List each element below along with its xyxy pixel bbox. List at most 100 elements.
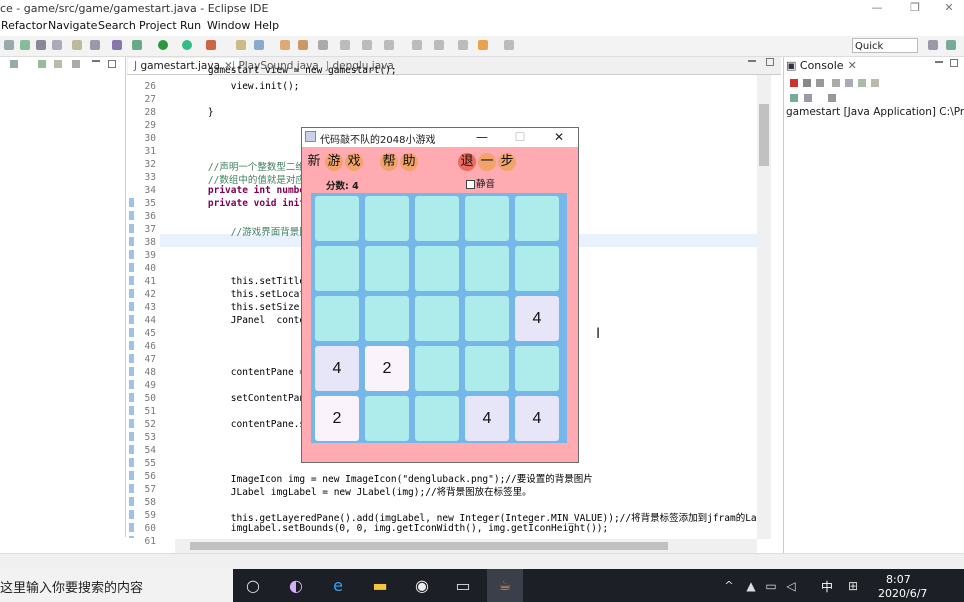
toolbar-skip-icon[interactable]	[132, 40, 142, 50]
mute-checkbox[interactable]: 静音	[466, 176, 495, 190]
mark-occurrences-icon[interactable]	[362, 40, 372, 50]
media-app-icon[interactable]: ◉	[411, 575, 433, 597]
tab-close-icon[interactable]: ✕	[848, 59, 857, 72]
console-minimize-icon[interactable]	[935, 61, 943, 63]
show-console-icon[interactable]	[871, 79, 879, 87]
code-line: private void init()	[185, 198, 317, 209]
quick-access-field[interactable]: Quick Access	[852, 38, 918, 67]
game-maximize-icon: ☐	[514, 130, 526, 144]
tab-console[interactable]: ▣ Console ✕	[786, 59, 857, 72]
minimize-icon[interactable]: —	[862, 1, 892, 17]
line-number: 58	[144, 497, 156, 508]
panel-minimize-icon[interactable]	[92, 60, 100, 62]
show-whitespace-icon[interactable]	[384, 40, 394, 50]
console-maximize-icon[interactable]	[950, 59, 958, 67]
java-perspective-icon[interactable]	[946, 40, 956, 50]
remove-all-icon[interactable]	[816, 79, 824, 87]
game-close-icon[interactable]: ✕	[549, 130, 569, 144]
close-icon[interactable]: ✕	[934, 1, 964, 17]
game-minimize-icon[interactable]: —	[472, 130, 492, 144]
code-line: ImageIcon img = new ImageIcon("denglubac…	[185, 474, 593, 485]
maximize-icon[interactable]: ❐	[900, 1, 930, 17]
ime-mode-icon[interactable]: ⊞	[842, 575, 864, 597]
link-editor-icon[interactable]	[54, 60, 62, 68]
word-wrap-icon[interactable]	[858, 79, 866, 87]
collapse-all-icon[interactable]	[38, 60, 46, 68]
editor-horizontal-scroll-thumb[interactable]	[190, 542, 668, 550]
menu-help[interactable]: Help	[254, 19, 279, 32]
game-tile: 2	[315, 396, 359, 441]
file-explorer-icon[interactable]: ▬	[369, 575, 391, 597]
terminate-icon[interactable]	[790, 79, 798, 87]
edge-icon[interactable]: e	[327, 575, 349, 597]
view-menu-icon[interactable]	[72, 60, 80, 68]
scroll-lock-icon[interactable]	[845, 79, 853, 87]
tray-app-icon[interactable]: ▲	[740, 575, 762, 597]
clear-console-icon[interactable]	[832, 79, 840, 87]
ime-indicator[interactable]: 中	[821, 578, 833, 595]
toolbar-new-icon[interactable]	[4, 40, 14, 50]
line-number: 57	[144, 484, 156, 495]
toolbar-saveall-icon[interactable]	[36, 40, 46, 50]
line-number: 44	[144, 315, 156, 326]
display-console-icon[interactable]	[804, 94, 812, 102]
search-icon[interactable]	[318, 40, 328, 50]
prev-annotation-icon[interactable]	[434, 40, 444, 50]
open-console-icon[interactable]	[828, 94, 836, 102]
menu-window[interactable]: Window	[207, 19, 250, 32]
code-line: //游戏界面背景图	[185, 227, 309, 238]
taskbar-date[interactable]: 2020/6/7	[878, 587, 927, 600]
volume-icon[interactable]: ◁	[780, 575, 802, 597]
menu-refactor[interactable]: Refactor	[1, 19, 47, 32]
mute-checkbox-box[interactable]	[466, 180, 475, 189]
tray-chevron-icon[interactable]: ^	[718, 575, 740, 597]
menu-navigate[interactable]: Navigate	[48, 19, 97, 32]
menu-search[interactable]: Search	[98, 19, 136, 32]
external-tools-icon[interactable]	[206, 40, 216, 50]
panel-maximize-icon[interactable]	[108, 60, 116, 68]
code-line: this.setLocatio	[185, 289, 317, 300]
editor-maximize-icon[interactable]	[766, 58, 774, 66]
camera-icon[interactable]: ▭	[452, 575, 474, 597]
game-tile: 4	[465, 396, 509, 441]
open-task-icon[interactable]	[298, 40, 308, 50]
coverage-icon[interactable]	[182, 40, 192, 50]
toolbar-undo-icon[interactable]	[90, 40, 100, 50]
toolbar-save-icon[interactable]	[20, 40, 30, 50]
network-icon[interactable]: ▭	[760, 575, 782, 597]
toolbar-print-icon[interactable]	[52, 40, 62, 50]
open-type-icon[interactable]	[280, 40, 290, 50]
menu-project[interactable]: Project	[139, 19, 177, 32]
help-char-2: 助	[400, 153, 418, 171]
new-game-char-1: 新	[307, 154, 321, 169]
line-number: 59	[144, 510, 156, 521]
pin-console-icon[interactable]	[790, 94, 798, 102]
taskbar-time[interactable]: 8:07	[886, 573, 911, 586]
toolbar-debug-icon[interactable]	[112, 40, 122, 50]
editor-minimize-icon[interactable]	[748, 60, 756, 62]
new-package-icon[interactable]	[254, 40, 264, 50]
eclipse-taskbar-icon[interactable]: ◐	[285, 575, 307, 597]
open-perspective-icon[interactable]	[928, 40, 938, 50]
game-tile	[415, 246, 459, 291]
remove-launch-icon[interactable]	[803, 79, 811, 87]
forward-icon[interactable]	[504, 40, 514, 50]
editor-vertical-scroll-thumb[interactable]	[759, 104, 769, 166]
new-class-icon[interactable]	[236, 40, 246, 50]
annotation-icon[interactable]	[340, 40, 350, 50]
line-number: 28	[144, 107, 156, 118]
menu-run[interactable]: Run	[180, 19, 201, 32]
new-game-button[interactable]: 新游戏	[305, 152, 365, 172]
line-number: 30	[144, 133, 156, 144]
last-edit-icon[interactable]	[458, 40, 468, 50]
back-icon[interactable]	[478, 40, 488, 50]
line-number: 37	[144, 224, 156, 235]
help-button[interactable]: 帮助	[380, 152, 420, 172]
toolbar-refresh-icon[interactable]	[72, 40, 82, 50]
panel-tab-icon[interactable]	[10, 60, 18, 68]
next-annotation-icon[interactable]	[412, 40, 422, 50]
undo-button[interactable]: 退一步	[458, 152, 518, 172]
code-line-partial: gamestart view = new gamestart();	[185, 65, 397, 76]
run-icon[interactable]	[158, 40, 168, 50]
task-view-icon[interactable]: ○	[242, 575, 264, 597]
